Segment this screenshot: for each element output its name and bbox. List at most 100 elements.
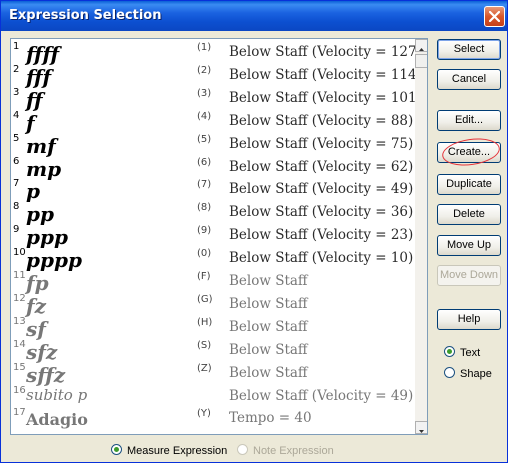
- help-button[interactable]: Help: [437, 309, 501, 330]
- radio-shape-label: Shape: [460, 368, 492, 380]
- expression-symbol: mf: [26, 133, 56, 158]
- list-item[interactable]: 16 subito p Below Staff (Velocity = 49): [11, 385, 414, 408]
- radio-measure-label: Measure Expression: [127, 445, 228, 457]
- row-number: 9: [13, 224, 20, 236]
- radio-note-label: Note Expression: [253, 445, 334, 457]
- radio-note-expression[interactable]: Note Expression: [237, 444, 334, 457]
- shortcut-key: (3): [197, 87, 212, 99]
- vertical-scrollbar[interactable]: [415, 39, 427, 434]
- expression-symbol: ffff: [26, 42, 60, 66]
- move-down-button[interactable]: Move Down: [437, 265, 501, 286]
- scroll-down-icon: [419, 430, 424, 433]
- radio-measure-indicator: [111, 444, 122, 455]
- expression-list[interactable]: 1 ffff (1) Below Staff (Velocity = 127) 2 fff…: [10, 38, 428, 435]
- row-number: 17: [13, 407, 26, 419]
- expression-symbol: mp: [26, 156, 62, 181]
- title-bar[interactable]: Expression Selection: [1, 1, 507, 31]
- select-button[interactable]: Select: [437, 39, 501, 60]
- expression-description: Below Staff: [229, 364, 308, 381]
- list-item[interactable]: 7 p (7) Below Staff (Velocity = 49): [11, 178, 414, 203]
- shortcut-key: (S): [197, 339, 212, 351]
- shortcut-key: (H): [197, 316, 213, 328]
- row-number: 5: [13, 132, 20, 144]
- list-item[interactable]: 1 ffff (1) Below Staff (Velocity = 127): [11, 41, 422, 66]
- list-item[interactable]: 9 ppp (9) Below Staff (Velocity = 23): [11, 224, 414, 250]
- expression-description: Below Staff (Velocity = 10): [229, 250, 414, 267]
- list-item[interactable]: 6 mp (6) Below Staff (Velocity = 62): [11, 155, 414, 181]
- row-number: 15: [13, 361, 26, 373]
- radio-text[interactable]: Text: [444, 346, 480, 359]
- shortcut-key: (Y): [197, 408, 211, 420]
- row-number: 11: [13, 270, 26, 281]
- list-item[interactable]: 15 sffz (Z) Below Staff: [11, 361, 414, 387]
- expression-symbol: Adagio: [26, 410, 88, 430]
- expression-description: Below Staff (Velocity = 36): [229, 204, 414, 221]
- expression-selection-dialog: Expression Selection 1 ffff (1) Below Staff…: [0, 0, 508, 463]
- row-number: 6: [13, 155, 20, 167]
- move-up-button[interactable]: Move Up: [437, 235, 501, 256]
- expression-description: Below Staff: [229, 295, 308, 312]
- expression-description: Tempo = 40: [229, 410, 312, 427]
- list-item[interactable]: 3 ff (3) Below Staff (Velocity = 101): [11, 86, 422, 112]
- shortcut-key: (Z): [197, 362, 212, 374]
- expression-symbol: fp: [26, 271, 49, 295]
- scroll-thumb[interactable]: [415, 54, 427, 68]
- row-number: 16: [13, 384, 26, 396]
- radio-text-indicator: [444, 346, 455, 357]
- list-item[interactable]: 5 mf (5) Below Staff (Velocity = 75): [11, 132, 414, 158]
- expression-symbol: ff: [26, 87, 43, 112]
- create-button[interactable]: Create...: [437, 142, 501, 163]
- list-item[interactable]: 4 f (4) Below Staff (Velocity = 88): [11, 109, 414, 135]
- scroll-up-button[interactable]: [415, 39, 427, 52]
- list-item[interactable]: 10 pppp (0) Below Staff (Velocity = 10): [11, 247, 414, 273]
- shortcut-key: (4): [197, 110, 212, 122]
- duplicate-button[interactable]: Duplicate: [437, 174, 501, 195]
- expression-description: Below Staff (Velocity = 127): [229, 44, 422, 60]
- shortcut-key: (G): [197, 293, 213, 305]
- expression-symbol: pp: [26, 202, 54, 227]
- list-item[interactable]: 2 fff (2) Below Staff (Velocity = 114): [11, 63, 422, 89]
- row-number: 12: [13, 292, 26, 304]
- expression-description: Below Staff (Velocity = 88): [229, 112, 414, 129]
- row-number: 7: [13, 178, 20, 190]
- radio-note-indicator: [237, 444, 248, 455]
- expression-description: Below Staff: [229, 318, 308, 335]
- expression-symbol: subito p: [26, 385, 88, 404]
- close-icon: [489, 11, 500, 22]
- list-item[interactable]: 8 pp (8) Below Staff (Velocity = 36): [11, 201, 414, 227]
- expression-description: Below Staff (Velocity = 49): [229, 181, 414, 198]
- expression-symbol: fff: [26, 64, 52, 89]
- expression-description: Below Staff (Velocity = 75): [229, 135, 414, 152]
- row-number: 8: [13, 201, 20, 213]
- scroll-down-button[interactable]: [415, 421, 427, 434]
- expression-symbol: pppp: [26, 248, 82, 273]
- radio-shape[interactable]: Shape: [444, 367, 492, 380]
- expression-description: Below Staff: [229, 273, 308, 289]
- delete-button[interactable]: Delete: [437, 204, 501, 225]
- expression-symbol: f: [26, 110, 35, 135]
- shortcut-key: (9): [197, 225, 212, 237]
- shortcut-key: (8): [197, 202, 212, 214]
- expression-description: Below Staff (Velocity = 49): [229, 387, 414, 404]
- shortcut-key: (7): [197, 179, 212, 191]
- expression-description: Below Staff (Velocity = 62): [229, 158, 414, 175]
- radio-measure-expression[interactable]: Measure Expression: [111, 444, 227, 457]
- close-button[interactable]: [484, 6, 505, 27]
- expression-symbol: ppp: [26, 225, 68, 250]
- list-item[interactable]: 12 fz (G) Below Staff: [11, 292, 414, 318]
- list-item[interactable]: 17 Adagio (Y) Tempo = 40: [11, 407, 414, 430]
- row-number: 4: [13, 109, 20, 121]
- list-item[interactable]: 11 fp (F) Below Staff: [11, 270, 414, 295]
- shortcut-key: (2): [197, 64, 212, 76]
- shortcut-key: (5): [197, 133, 212, 145]
- list-item[interactable]: 14 sfz (S) Below Staff: [11, 338, 414, 364]
- list-item[interactable]: 13 sf (H) Below Staff: [11, 316, 414, 341]
- row-number: 3: [13, 86, 20, 98]
- expression-symbol: sfz: [26, 339, 58, 364]
- row-number: 2: [13, 63, 20, 75]
- row-number: 14: [13, 338, 26, 350]
- row-number: 10: [13, 247, 26, 259]
- cancel-button[interactable]: Cancel: [437, 69, 501, 90]
- edit-button[interactable]: Edit...: [437, 110, 501, 131]
- radio-shape-indicator: [444, 367, 455, 378]
